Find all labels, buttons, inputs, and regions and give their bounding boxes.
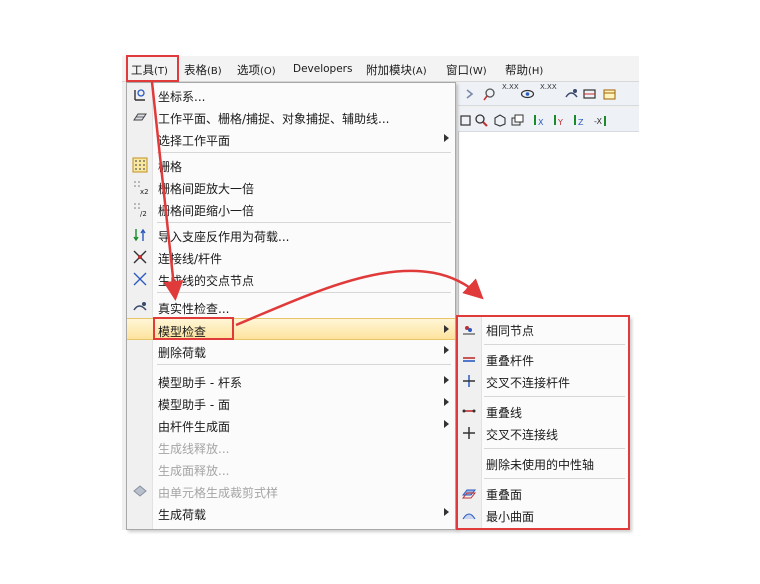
menu-tables[interactable]: 表格(B) xyxy=(184,62,222,78)
toolbar-xxx-label-1[interactable]: X.XX xyxy=(502,83,519,91)
submenu-arrow-icon xyxy=(444,325,449,333)
svg-text:x2: x2 xyxy=(140,188,148,195)
submenu-item-overlapping-surfaces[interactable]: 重叠面 xyxy=(456,482,629,504)
view-y-icon[interactable]: Y xyxy=(552,113,567,127)
menu-item-surface-releases[interactable]: 生成面释放... xyxy=(127,458,455,480)
menu-options[interactable]: 选项(O) xyxy=(237,62,276,78)
menu-item-line-releases[interactable]: 生成线释放... xyxy=(127,436,455,458)
menu-item-generate-loads[interactable]: 生成荷载 xyxy=(127,502,455,524)
submenu-separator xyxy=(484,478,625,479)
menu-separator xyxy=(157,222,451,223)
copy-view-icon[interactable] xyxy=(510,113,525,127)
submenu-arrow-icon xyxy=(444,376,449,384)
submenu-separator xyxy=(484,344,625,345)
toolbar-top: X.XX X.XX xyxy=(458,82,639,106)
menu-item-intersection-nodes[interactable]: 生成线的交点节点 xyxy=(127,268,455,290)
menu-separator xyxy=(157,364,451,365)
svg-text:Y: Y xyxy=(557,118,563,127)
table-icon[interactable] xyxy=(602,87,617,101)
submenu-arrow-icon xyxy=(444,134,449,142)
menu-window[interactable]: 窗口(W) xyxy=(446,62,487,78)
import-reactions-icon xyxy=(133,228,146,242)
menu-item-coordinate-system[interactable]: 坐标系... xyxy=(127,84,455,106)
plausibility-check-icon xyxy=(133,302,147,311)
menu-tools[interactable]: 工具(T) xyxy=(131,62,168,78)
svg-text:-X: -X xyxy=(594,117,602,126)
view-x-icon[interactable]: X xyxy=(532,113,547,127)
menu-item-import-reactions[interactable]: 导入支座反作用为荷载... xyxy=(127,224,455,246)
svg-text:Z: Z xyxy=(578,118,584,127)
model-check-submenu: 相同节点 重叠杆件 交叉不连接杆件 重叠线 交叉不连接线 删除未使用的中性轴 重… xyxy=(455,316,630,530)
menu-item-delete-loads[interactable]: 删除荷载 xyxy=(127,340,455,362)
menu-addons[interactable]: 附加模块(A) xyxy=(366,62,427,78)
submenu-item-overlapping-lines[interactable]: 重叠线 xyxy=(456,400,629,422)
clipping-pattern-icon xyxy=(133,485,147,497)
menu-item-plausibility-check[interactable]: 真实性检查... xyxy=(127,296,455,318)
menu-item-grid-half[interactable]: /2 栅格间距缩小一倍 xyxy=(127,198,455,220)
submenu-separator xyxy=(484,448,625,449)
svg-text:X: X xyxy=(538,118,544,127)
toolbar-xxx-label-2[interactable]: X.XX xyxy=(540,83,557,91)
submenu-arrow-icon xyxy=(444,508,449,516)
submenu-arrow-icon xyxy=(444,420,449,428)
menu-separator xyxy=(157,292,451,293)
coordinate-system-icon xyxy=(134,89,145,101)
submenu-item-crossing-lines[interactable]: 交叉不连接线 xyxy=(456,422,629,444)
menu-bar: 工具(T) 表格(B) 选项(O) Developers 附加模块(A) 窗口(… xyxy=(122,56,639,82)
overlapping-members-icon xyxy=(463,357,475,362)
menu-item-clipping-pattern[interactable]: 由单元格生成裁剪式样 xyxy=(127,480,455,502)
menu-item-grid[interactable]: 栅格 xyxy=(127,154,455,176)
intersection-nodes-icon xyxy=(133,272,147,286)
minimal-surface-icon xyxy=(462,513,476,520)
menu-item-work-plane[interactable]: 工作平面、栅格/捕捉、对象捕捉、辅助线... xyxy=(127,106,455,128)
cube-icon[interactable] xyxy=(492,113,507,127)
menu-item-model-wizard-members[interactable]: 模型助手 - 杆系 xyxy=(127,370,455,392)
svg-text:/2: /2 xyxy=(140,210,147,217)
view-neg-x-icon[interactable]: -X xyxy=(594,113,609,127)
menu-item-select-work-plane[interactable]: 选择工作平面 xyxy=(127,128,455,150)
menu-item-grid-double[interactable]: x2 栅格间距放大一倍 xyxy=(127,176,455,198)
node-pin-icon[interactable] xyxy=(482,87,497,101)
submenu-item-overlapping-members[interactable]: 重叠杆件 xyxy=(456,348,629,370)
submenu-arrow-icon xyxy=(444,346,449,354)
submenu-item-crossing-members[interactable]: 交叉不连接杆件 xyxy=(456,370,629,392)
toolbar-view: X Y Z -X xyxy=(458,108,639,132)
menu-separator xyxy=(157,152,451,153)
zoom-icon[interactable] xyxy=(474,113,489,127)
work-plane-icon xyxy=(133,113,147,121)
menu-item-connect-lines[interactable]: 连接线/杆件 xyxy=(127,246,455,268)
submenu-arrow-icon xyxy=(444,398,449,406)
rendering-icon[interactable] xyxy=(582,87,597,101)
tools-dropdown-menu: 坐标系... 工作平面、栅格/捕捉、对象捕捉、辅助线... 选择工作平面 栅格 … xyxy=(126,82,456,530)
crossing-members-icon xyxy=(463,375,475,387)
grid-half-icon: /2 xyxy=(134,203,147,217)
overlapping-lines-icon xyxy=(462,409,476,413)
submenu-item-identical-nodes[interactable]: 相同节点 xyxy=(456,318,629,340)
crossing-lines-icon xyxy=(463,427,475,439)
menu-item-model-check[interactable]: 模型检查 xyxy=(127,318,455,340)
submenu-item-minimal-surface[interactable]: 最小曲面 xyxy=(456,504,629,526)
submenu-item-delete-unused-axes[interactable]: 删除未使用的中性轴 xyxy=(456,452,629,474)
grid-icon xyxy=(132,157,148,173)
menu-help[interactable]: 帮助(H) xyxy=(505,62,543,78)
chevron-right-icon[interactable] xyxy=(462,87,477,101)
menu-item-model-wizard-surfaces[interactable]: 模型助手 - 面 xyxy=(127,392,455,414)
plausibility-icon[interactable] xyxy=(564,87,579,101)
connect-lines-icon xyxy=(133,250,147,264)
identical-nodes-icon xyxy=(463,326,475,335)
menu-item-surfaces-from-members[interactable]: 由杆件生成面 xyxy=(127,414,455,436)
menu-developers[interactable]: Developers xyxy=(293,63,352,75)
visibility-icon[interactable] xyxy=(520,87,535,101)
view-iso-icon[interactable] xyxy=(458,113,473,127)
submenu-separator xyxy=(484,396,625,397)
overlapping-surfaces-icon xyxy=(461,489,477,499)
grid-double-icon: x2 xyxy=(134,181,148,195)
view-z-icon[interactable]: Z xyxy=(572,113,587,127)
